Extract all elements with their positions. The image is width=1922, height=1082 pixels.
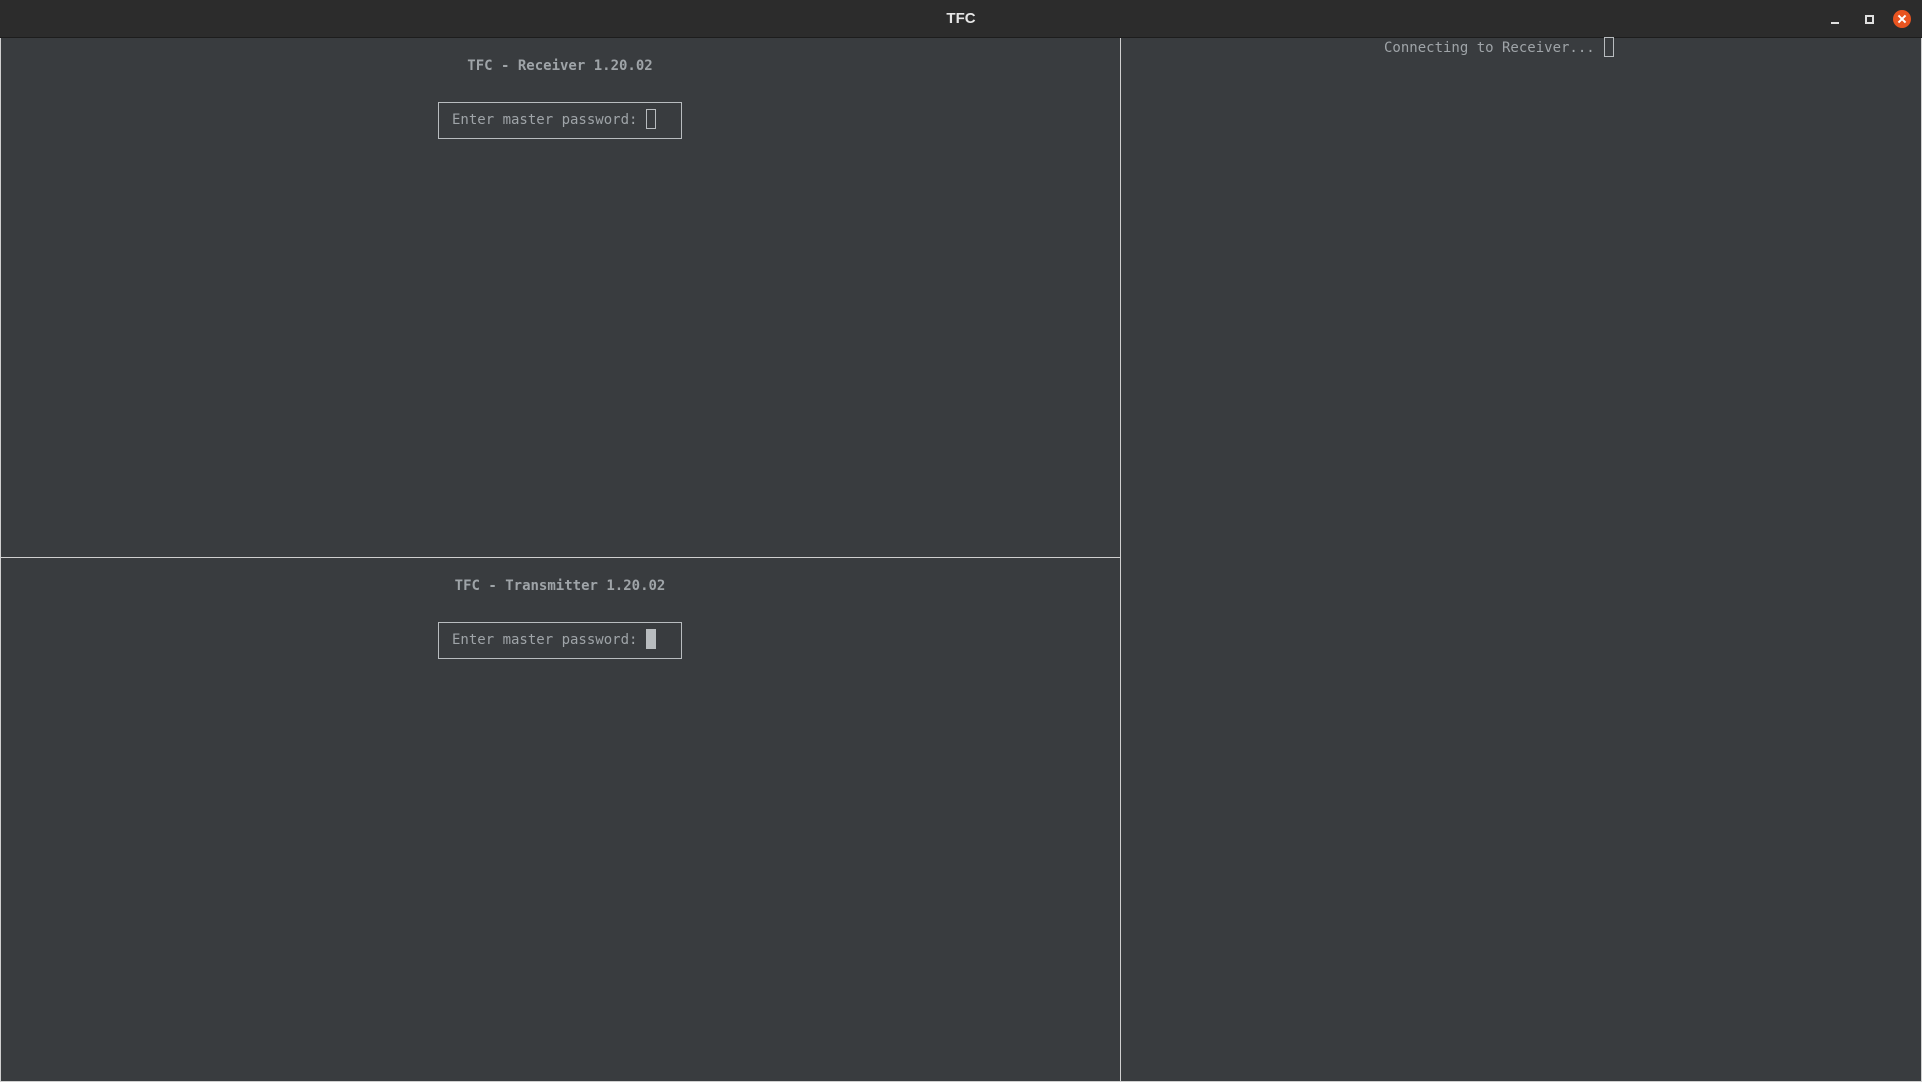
close-button[interactable] xyxy=(1892,9,1912,29)
tfc-window: TFC TFC - Receiver 1.20.02 Enter master … xyxy=(0,0,1922,1082)
transmitter-heading: TFC - Transmitter 1.20.02 xyxy=(454,578,666,594)
title-bar[interactable]: TFC xyxy=(0,0,1922,38)
maximize-icon xyxy=(1865,15,1874,24)
minimize-button[interactable] xyxy=(1825,9,1845,29)
transmitter-password-prompt: Enter master password: xyxy=(452,632,638,648)
frame-left-border xyxy=(0,38,1,1082)
minimize-icon xyxy=(1831,22,1839,24)
pane-divider-vertical[interactable] xyxy=(1120,38,1121,1082)
receiver-password-prompt: Enter master password: xyxy=(452,112,638,128)
relay-status-text: Connecting to Receiver... xyxy=(1384,40,1595,56)
block-cursor-icon xyxy=(646,628,657,649)
window-title: TFC xyxy=(946,10,976,27)
text-cursor-icon xyxy=(646,108,657,129)
pane-divider-horizontal[interactable] xyxy=(0,557,1121,558)
receiver-password-field[interactable]: Enter master password: xyxy=(438,102,682,139)
receiver-heading: TFC - Receiver 1.20.02 xyxy=(467,58,653,74)
maximize-button[interactable] xyxy=(1859,9,1879,29)
text-cursor-icon xyxy=(1603,36,1614,57)
relay-status-line: Connecting to Receiver... xyxy=(1384,36,1614,59)
transmitter-password-field[interactable]: Enter master password: xyxy=(438,622,682,659)
